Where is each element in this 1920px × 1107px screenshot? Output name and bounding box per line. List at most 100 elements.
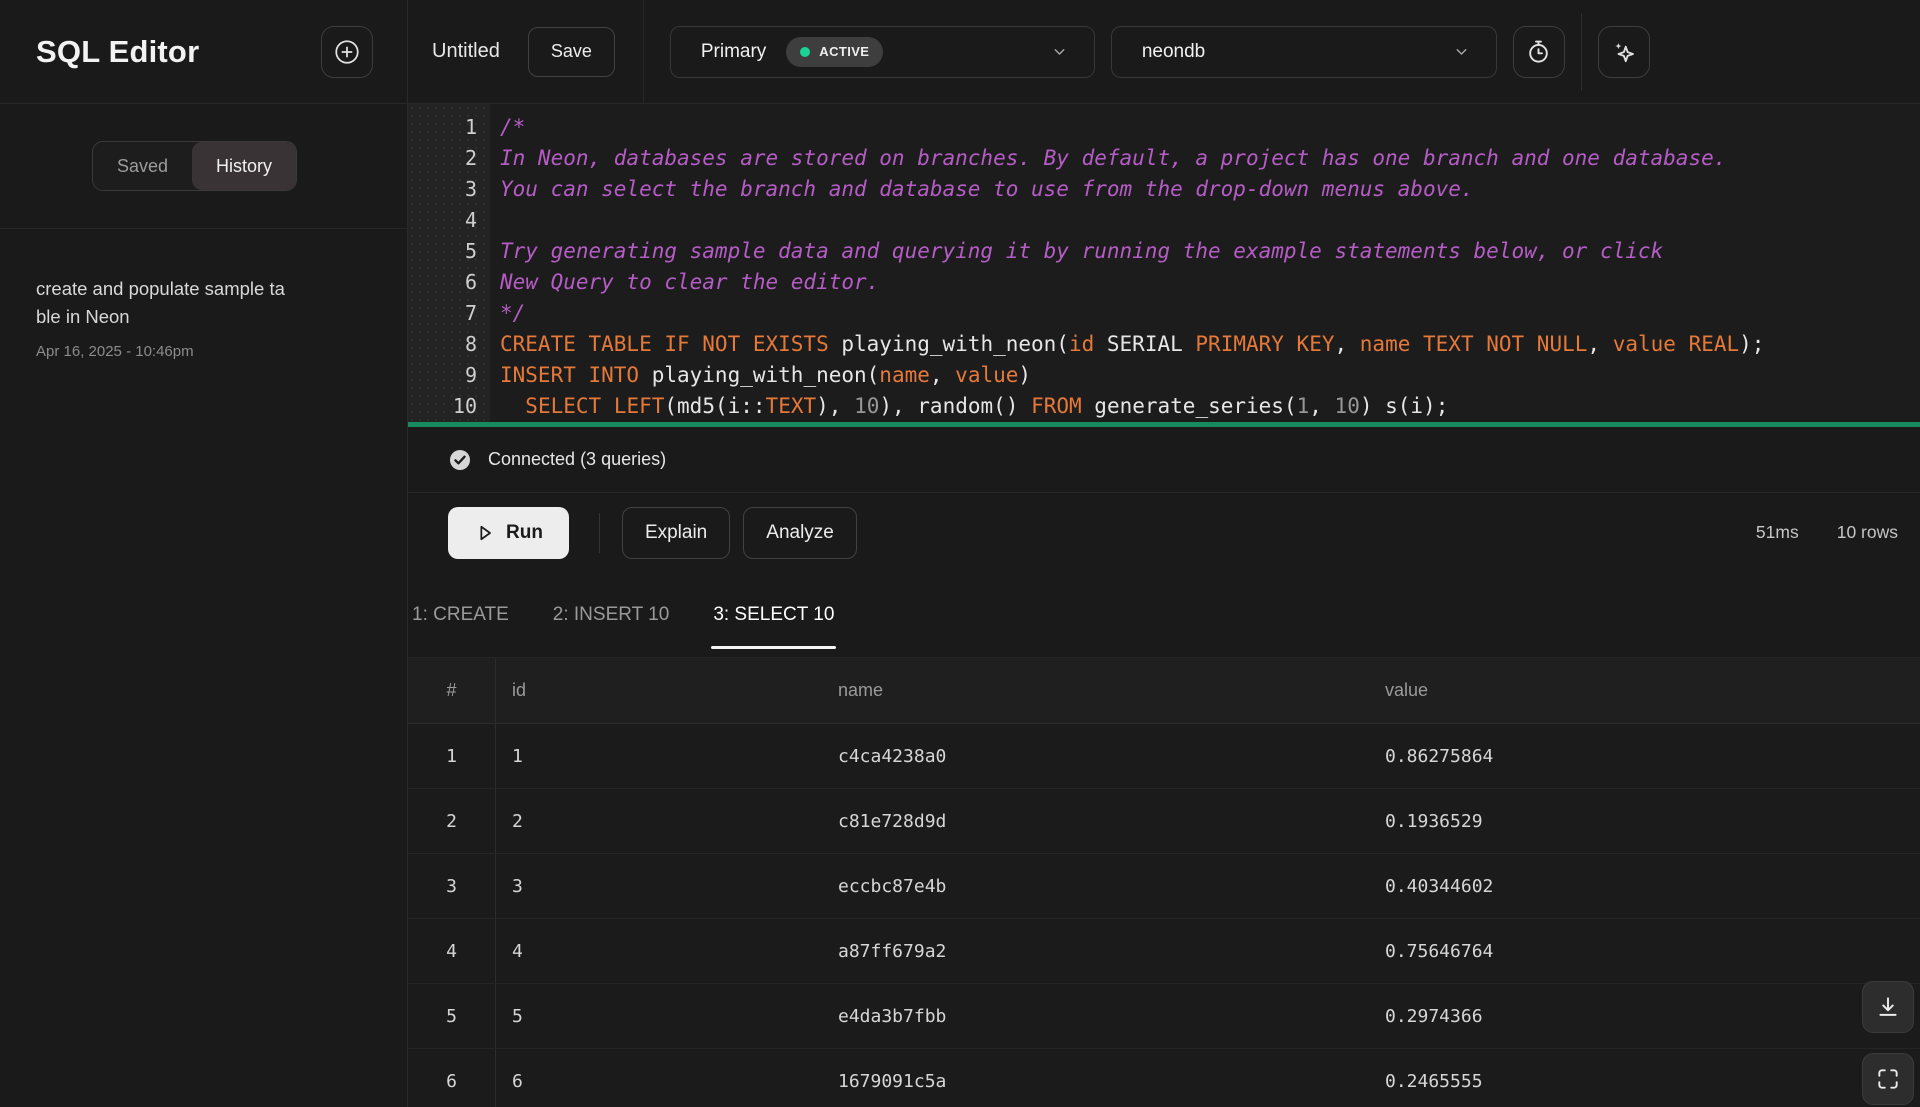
table-header: #idnamevalue — [408, 658, 1920, 724]
database-select[interactable]: neondb — [1111, 26, 1497, 78]
code-line[interactable]: Try generating sample data and querying … — [500, 236, 1920, 267]
line-number: 9 — [408, 360, 477, 391]
table-cell: 2 — [408, 789, 496, 853]
header-cell: name — [838, 680, 1385, 701]
query-section: Untitled Save — [408, 0, 643, 103]
results-toolbar — [1862, 981, 1914, 1105]
code-line[interactable] — [500, 205, 1920, 236]
line-numbers: 12345678910 — [408, 104, 490, 422]
fullscreen-icon — [1875, 1066, 1901, 1092]
table-cell: c4ca4238a0 — [838, 746, 1385, 767]
table-cell: 4 — [496, 941, 838, 962]
table-cell: 2 — [496, 811, 838, 832]
chevron-down-icon — [1453, 43, 1470, 60]
table-cell: 6 — [408, 1049, 496, 1107]
actions-divider — [599, 513, 600, 553]
query-meta: 51ms 10 rows — [1756, 522, 1898, 543]
history-item-title: create and populate sample table in Neon — [36, 275, 292, 331]
main-panel: Untitled Save Primary ACTIVE neondb — [408, 0, 1920, 1107]
status-dot — [800, 47, 810, 57]
table-row[interactable]: 661679091c5a0.2465555 — [408, 1049, 1920, 1107]
run-button[interactable]: Run — [448, 507, 569, 559]
code-line[interactable]: CREATE TABLE IF NOT EXISTS playing_with_… — [500, 329, 1920, 360]
sidebar: SQL Editor Saved History create and popu… — [0, 0, 408, 1107]
table-row[interactable]: 33eccbc87e4b0.40344602 — [408, 854, 1920, 919]
code-line[interactable]: New Query to clear the editor. — [500, 267, 1920, 298]
query-timer-button[interactable] — [1513, 26, 1565, 78]
code-line[interactable]: You can select the branch and database t… — [500, 174, 1920, 205]
result-tab[interactable]: 3: SELECT 10 — [711, 572, 836, 657]
line-number: 6 — [408, 267, 477, 298]
code-line[interactable]: In Neon, databases are stored on branche… — [500, 143, 1920, 174]
result-tabs: 1: CREATE 2: INSERT 10 3: SELECT 10 — [408, 572, 1920, 658]
branch-status-badge: ACTIVE — [786, 37, 883, 67]
table-cell: 6 — [496, 1071, 838, 1092]
header-cell: id — [496, 680, 838, 701]
table-cell: c81e728d9d — [838, 811, 1385, 832]
query-rows: 10 rows — [1837, 522, 1898, 543]
analyze-button[interactable]: Analyze — [743, 507, 857, 559]
tab-saved[interactable]: Saved — [93, 142, 192, 190]
branch-status-text: ACTIVE — [819, 44, 869, 59]
ai-assist-button[interactable] — [1598, 26, 1650, 78]
table-cell: 3 — [408, 854, 496, 918]
table-cell: 0.40344602 — [1385, 876, 1920, 897]
download-icon — [1875, 994, 1901, 1020]
explain-button[interactable]: Explain — [622, 507, 730, 559]
code-line[interactable]: /* — [500, 112, 1920, 143]
query-duration: 51ms — [1756, 522, 1799, 543]
query-name: Untitled — [432, 40, 500, 63]
table-cell: 0.2974366 — [1385, 1006, 1920, 1027]
results-table: #idnamevalue 11c4ca4238a00.8627586422c81… — [408, 658, 1920, 1107]
table-cell: 3 — [496, 876, 838, 897]
table-cell: a87ff679a2 — [838, 941, 1385, 962]
line-number: 1 — [408, 112, 477, 143]
table-cell: e4da3b7fbb — [838, 1006, 1385, 1027]
table-cell: 1 — [496, 746, 838, 767]
play-icon — [474, 522, 496, 544]
line-number: 8 — [408, 329, 477, 360]
table-cell: 0.75646764 — [1385, 941, 1920, 962]
line-number: 7 — [408, 298, 477, 329]
check-circle-icon — [448, 448, 472, 472]
result-tab[interactable]: 1: CREATE — [410, 572, 511, 657]
table-cell: 0.2465555 — [1385, 1071, 1920, 1092]
editor-topbar: Untitled Save Primary ACTIVE neondb — [408, 0, 1920, 104]
page-title: SQL Editor — [36, 34, 199, 70]
branch-select[interactable]: Primary ACTIVE — [670, 26, 1095, 78]
branch-label: Primary — [701, 41, 766, 63]
fullscreen-button[interactable] — [1862, 1053, 1914, 1105]
code-line[interactable]: */ — [500, 298, 1920, 329]
code-line[interactable]: SELECT LEFT(md5(i::TEXT), 10), random() … — [500, 391, 1920, 422]
tab-history[interactable]: History — [192, 142, 296, 190]
save-button[interactable]: Save — [528, 27, 615, 77]
new-query-button[interactable] — [321, 26, 373, 78]
table-row[interactable]: 44a87ff679a20.75646764 — [408, 919, 1920, 984]
header-cell: value — [1385, 680, 1920, 701]
table-cell: 5 — [496, 1006, 838, 1027]
table-cell: 1679091c5a — [838, 1071, 1385, 1092]
sql-editor[interactable]: 12345678910 /*In Neon, databases are sto… — [408, 104, 1920, 422]
table-cell: 0.1936529 — [1385, 811, 1920, 832]
plus-circle-icon — [333, 38, 361, 66]
table-row[interactable]: 55e4da3b7fbb0.2974366 — [408, 984, 1920, 1049]
sidebar-header: SQL Editor — [0, 0, 407, 104]
table-cell: 4 — [408, 919, 496, 983]
sidebar-tabs-section: Saved History — [0, 104, 407, 229]
result-tab[interactable]: 2: INSERT 10 — [551, 572, 672, 657]
table-row[interactable]: 22c81e728d9d0.1936529 — [408, 789, 1920, 854]
table-cell: 0.86275864 — [1385, 746, 1920, 767]
line-number: 10 — [408, 391, 477, 422]
download-results-button[interactable] — [1862, 981, 1914, 1033]
connected-status: Connected (3 queries) — [488, 449, 666, 470]
code-lines[interactable]: /*In Neon, databases are stored on branc… — [490, 104, 1920, 422]
code-line[interactable]: INSERT INTO playing_with_neon(name, valu… — [500, 360, 1920, 391]
line-number: 2 — [408, 143, 477, 174]
table-cell: 5 — [408, 984, 496, 1048]
history-item[interactable]: create and populate sample table in Neon… — [0, 229, 407, 360]
header-cell: # — [408, 658, 496, 723]
actions-row: Run Explain Analyze 51ms 10 rows — [408, 493, 1920, 572]
saved-history-toggle: Saved History — [92, 141, 297, 191]
table-row[interactable]: 11c4ca4238a00.86275864 — [408, 724, 1920, 789]
line-number: 5 — [408, 236, 477, 267]
